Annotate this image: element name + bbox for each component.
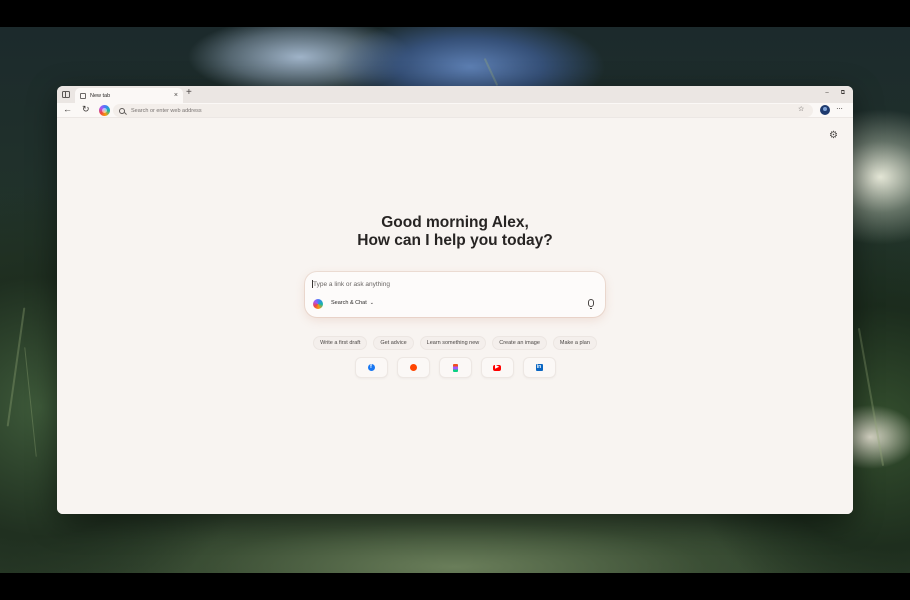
more-menu-button[interactable]: ···	[836, 104, 843, 113]
address-input[interactable]	[131, 107, 731, 114]
gear-icon[interactable]: ⚙	[829, 131, 838, 141]
copilot-icon[interactable]	[99, 105, 110, 116]
browser-window: New tab × + – ⧉ ← ↻ ☆ ··· ⚙ Good morning…	[57, 86, 853, 514]
suggestion-chip[interactable]: Write a first draft	[313, 336, 368, 350]
browser-toolbar: ← ↻ ☆ ···	[57, 103, 853, 118]
quick-link-linkedin[interactable]: in	[522, 357, 556, 378]
new-tab-button[interactable]: +	[186, 88, 192, 98]
microphone-icon[interactable]	[588, 299, 594, 309]
copilot-icon	[313, 299, 323, 309]
suggestion-chip[interactable]: Get advice	[373, 336, 414, 350]
wallpaper-grass	[6, 307, 26, 427]
greeting-line-2: How can I help you today?	[357, 232, 553, 249]
address-bar[interactable]	[113, 104, 813, 117]
chevron-down-icon: ⌄	[369, 300, 374, 306]
mode-selector[interactable]: Search & Chat ⌄	[331, 300, 374, 306]
quick-link-figma[interactable]	[438, 357, 472, 378]
quick-link-youtube[interactable]: ▶	[480, 357, 514, 378]
search-icon	[119, 107, 125, 114]
suggestion-chip[interactable]: Make a plan	[552, 336, 597, 350]
quick-link-reddit[interactable]	[396, 357, 430, 378]
quick-link-facebook[interactable]: f	[354, 357, 388, 378]
mode-label: Search & Chat	[331, 300, 367, 306]
close-tab-icon[interactable]: ×	[174, 92, 178, 99]
wallpaper-grass	[24, 347, 37, 457]
greeting-line-1: Good morning Alex,	[381, 214, 529, 231]
tab-new-tab[interactable]: New tab ×	[75, 88, 183, 103]
back-button[interactable]: ←	[63, 105, 72, 114]
window-controls: – ⧉	[825, 90, 845, 96]
minimize-button[interactable]: –	[825, 90, 828, 96]
quick-links: f ▶ in	[57, 357, 853, 378]
youtube-icon: ▶	[493, 364, 501, 371]
add-favorite-icon[interactable]: ☆	[798, 106, 804, 113]
reddit-icon	[409, 364, 417, 371]
sidebar-toggle-icon[interactable]	[62, 91, 70, 98]
wallpaper-grass	[857, 327, 885, 467]
ask-box: Search & Chat ⌄	[305, 272, 605, 317]
title-bar: New tab × + – ⧉	[57, 86, 853, 103]
suggestion-chip[interactable]: Create an image	[492, 336, 547, 350]
greeting-heading: Good morning Alex, How can I help you to…	[57, 214, 853, 250]
restore-button[interactable]: ⧉	[841, 90, 845, 96]
wallpaper-grass	[483, 57, 499, 87]
suggestion-chips: Write a first draft Get advice Learn som…	[57, 336, 853, 350]
linkedin-icon: in	[535, 364, 543, 371]
page-icon	[80, 92, 86, 99]
ask-input[interactable]	[313, 278, 583, 290]
refresh-button[interactable]: ↻	[82, 105, 90, 114]
suggestion-chip[interactable]: Learn something new	[419, 336, 487, 350]
new-tab-page: ⚙ Good morning Alex, How can I help you …	[57, 118, 853, 514]
facebook-icon: f	[367, 364, 375, 371]
tab-title: New tab	[90, 92, 111, 99]
profile-avatar[interactable]	[820, 105, 830, 115]
figma-icon	[452, 363, 458, 372]
